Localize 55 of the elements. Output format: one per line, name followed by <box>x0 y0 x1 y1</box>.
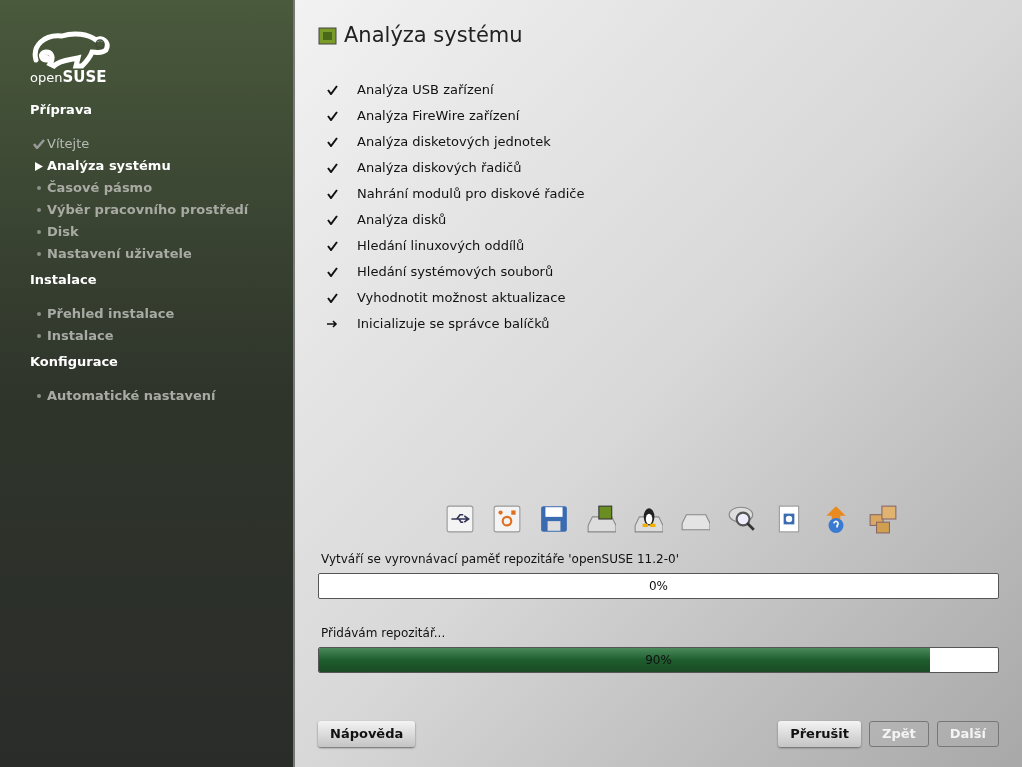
check-icon <box>327 162 338 173</box>
check-icon <box>327 214 338 225</box>
bullet-icon <box>36 394 41 398</box>
task-row: Analýza diskových řadičů <box>327 154 999 181</box>
bullet-icon <box>36 208 41 212</box>
step-item: Časové pásmo <box>30 177 293 199</box>
check-icon <box>327 292 338 303</box>
step-item: Analýza systému <box>30 155 293 177</box>
dialog-button[interactable]: Přerušit <box>778 721 861 747</box>
bullet-icon <box>36 186 41 190</box>
progress-label: Vytváří se vyrovnávací paměť repozitáře 'openSUSE 11.2-0' <box>321 551 680 568</box>
step-item: Přehled instalace <box>30 303 293 325</box>
check-icon <box>327 110 338 121</box>
check-icon <box>327 188 338 199</box>
section-title: Instalace <box>30 271 98 289</box>
packages-icon <box>867 504 898 534</box>
bullet-icon <box>36 230 41 234</box>
triangle-right-icon <box>34 161 43 171</box>
task-row: Analýza disketových jednotek <box>327 128 999 155</box>
task-row: Analýza FireWire zařízení <box>327 102 999 129</box>
progress-label: Přidávám repozitář... <box>321 625 447 642</box>
arrow-right-icon <box>327 319 338 328</box>
task-row: Hledání systémových souborů <box>327 258 999 285</box>
firewire-icon <box>491 504 522 534</box>
step-item: Vítejte <box>30 133 293 155</box>
dialog-button[interactable]: Nápověda <box>318 721 416 747</box>
task-row: Inicializuje se správce balíčků <box>327 310 999 337</box>
bullet-icon <box>36 312 41 316</box>
circuit-board-icon <box>318 26 338 45</box>
task-row: Hledání linuxových oddílů <box>327 232 999 259</box>
step-item: Disk <box>30 221 293 243</box>
check-icon <box>327 240 338 251</box>
progress-reading: 90% <box>644 652 673 669</box>
step-item: Výběr pracovního prostředí <box>30 199 293 221</box>
check-icon <box>327 84 338 95</box>
progress-reading: 0% <box>647 578 669 595</box>
hard-drive-chip-icon <box>585 504 616 534</box>
page-title: Analýza systému <box>344 22 523 49</box>
logo-text: openSUSE <box>30 70 107 85</box>
chameleon-logo-icon <box>30 30 110 72</box>
task-row: Analýza disků <box>327 206 999 233</box>
check-icon <box>327 266 338 277</box>
section-title: Příprava <box>30 101 94 119</box>
section-title: Konfigurace <box>30 353 119 371</box>
check-icon <box>32 139 45 149</box>
task-row: Vyhodnotit možnost aktualizace <box>327 284 999 311</box>
check-icon <box>327 136 338 147</box>
step-item: Automatické nastavení <box>30 385 293 407</box>
task-row: Analýza USB zařízení <box>327 76 999 103</box>
task-row: Nahrání modulů pro diskové řadiče <box>327 180 999 207</box>
step-item: Nastavení uživatele <box>30 243 293 265</box>
bullet-icon <box>36 252 41 256</box>
usb-icon <box>444 504 475 534</box>
bullet-icon <box>36 334 41 338</box>
step-item: Instalace <box>30 325 293 347</box>
